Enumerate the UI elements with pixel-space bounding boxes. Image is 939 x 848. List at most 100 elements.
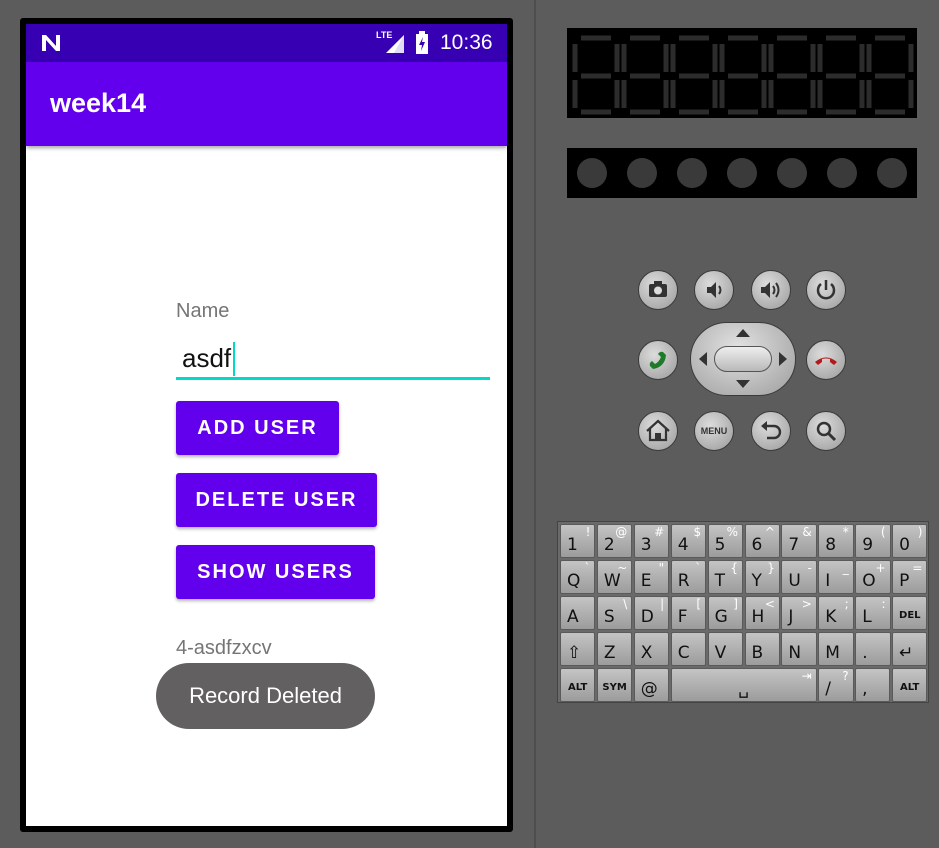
power-button[interactable] (806, 270, 846, 310)
toast-message: Record Deleted (156, 663, 375, 729)
keyboard-key-alt-label: \ (623, 597, 628, 611)
keyboard-key[interactable]: 5% (707, 524, 743, 558)
led-dot (727, 158, 757, 188)
keyboard-key[interactable]: P = (892, 560, 928, 594)
keyboard-key-label: F (677, 607, 688, 627)
keyboard-key[interactable]: Q ` (560, 560, 596, 594)
end-call-button[interactable] (806, 340, 846, 380)
keyboard-key-label: DEL (899, 610, 921, 621)
keyboard-key[interactable]: R ` (670, 560, 707, 594)
keyboard-key[interactable]: 1! (560, 524, 596, 558)
keyboard-key[interactable]: . (855, 632, 891, 666)
camera-icon (649, 281, 667, 297)
keyboard-key-label: @ (640, 679, 658, 699)
dpad-center-button[interactable] (714, 346, 772, 372)
dpad-down-icon[interactable] (736, 380, 750, 388)
keyboard-key-label: U (788, 571, 801, 591)
keyboard-key[interactable]: D | (633, 596, 670, 630)
keyboard-key-label: P (899, 571, 910, 591)
keyboard-key[interactable]: 9( (855, 524, 891, 558)
keyboard-key-label: 3 (640, 535, 652, 555)
keyboard-key[interactable]: V (707, 632, 743, 666)
keyboard-key[interactable]: M (818, 632, 854, 666)
keyboard-key[interactable]: SYM (596, 668, 633, 702)
led-dot (627, 158, 657, 188)
keyboard-key[interactable]: ␣ ⇥ (670, 668, 817, 702)
dpad-left-icon[interactable] (699, 352, 707, 366)
keyboard-key-alt-label: ( (880, 525, 886, 539)
keyboard-key[interactable]: K; (818, 596, 854, 630)
keyboard-key[interactable]: N (781, 632, 817, 666)
keyboard-key-label: 0 (899, 535, 910, 555)
end-call-icon (815, 357, 837, 365)
keyboard-key[interactable]: 0) (892, 524, 928, 558)
keyboard-key[interactable]: 4 $ (670, 524, 707, 558)
keyboard-key[interactable]: , (855, 668, 891, 702)
name-input[interactable] (176, 340, 490, 380)
call-button[interactable] (638, 340, 678, 380)
keyboard-key[interactable]: DEL (892, 596, 928, 630)
keyboard-key[interactable]: X (633, 632, 670, 666)
keyboard-key-label: 1 (567, 535, 578, 555)
led-dot (677, 158, 707, 188)
dpad-right-icon[interactable] (779, 352, 787, 366)
menu-button[interactable]: MENU (694, 411, 734, 451)
keyboard-key[interactable]: @ (633, 668, 670, 702)
keyboard-key[interactable]: B (744, 632, 780, 666)
keyboard-key[interactable]: S \ (596, 596, 633, 630)
keyboard-key[interactable]: J > (781, 596, 817, 630)
app-title: week14 (50, 88, 147, 118)
volume-down-icon (707, 282, 722, 298)
keyboard-key[interactable]: ALT (892, 668, 928, 702)
keyboard-key-alt-label: ] (733, 597, 738, 611)
keyboard-key[interactable]: I _ (818, 560, 854, 594)
keyboard-key-alt-label: ) (917, 525, 923, 539)
keyboard-key[interactable]: /? (818, 668, 854, 702)
keyboard-key[interactable]: A (560, 596, 596, 630)
keyboard-key[interactable]: Y} (744, 560, 780, 594)
keyboard-key-alt-label: & (802, 525, 812, 539)
volume-down-button[interactable] (694, 270, 734, 310)
keyboard-key[interactable]: U- (781, 560, 817, 594)
keyboard-key[interactable]: W ~ (596, 560, 633, 594)
keyboard-key[interactable]: 6 ^ (744, 524, 780, 558)
keyboard-key[interactable]: H < (744, 596, 780, 630)
dpad-up-icon[interactable] (736, 329, 750, 337)
keyboard-key[interactable]: ↵ (892, 632, 928, 666)
keyboard-key-label: 7 (788, 535, 800, 555)
volume-up-button[interactable] (751, 270, 791, 310)
keyboard-key[interactable]: ⇧ (560, 632, 596, 666)
back-button[interactable] (751, 411, 791, 451)
keyboard-key-alt-label: ; (844, 597, 849, 611)
keyboard-key[interactable]: 2 @ (596, 524, 633, 558)
search-button[interactable] (806, 411, 846, 451)
keyboard-key[interactable]: O + (855, 560, 891, 594)
keyboard-key-label: , (862, 679, 868, 699)
keyboard-key[interactable]: ALT (560, 668, 596, 702)
keyboard-key[interactable]: C (670, 632, 707, 666)
add-user-button[interactable]: ADD USER (176, 401, 339, 455)
camera-button[interactable] (638, 270, 678, 310)
keyboard-key[interactable]: Z (596, 632, 633, 666)
keyboard-key[interactable]: T{ (707, 560, 743, 594)
show-users-button[interactable]: SHOW USERS (176, 545, 375, 599)
status-bar: LTE 10:36 (26, 24, 507, 62)
home-button[interactable] (638, 411, 678, 451)
keyboard-key-label: C (677, 643, 690, 663)
keyboard-key[interactable]: G] (707, 596, 743, 630)
keyboard-key-label: M (825, 643, 840, 663)
keyboard-key[interactable]: E " (633, 560, 670, 594)
keyboard-key-alt-label: - (807, 561, 812, 575)
keyboard-key[interactable]: F[ (670, 596, 707, 630)
keyboard-key[interactable]: 7 & (781, 524, 817, 558)
battery-charging-icon (416, 31, 428, 54)
home-icon (646, 419, 670, 442)
back-icon (761, 421, 782, 440)
delete-user-button[interactable]: DELETE USER (176, 473, 377, 527)
keyboard-key[interactable]: L: (855, 596, 891, 630)
keyboard-key-label: L (862, 607, 872, 627)
keyboard-key[interactable]: 8 * (818, 524, 854, 558)
keyboard-key-label: 4 (677, 535, 689, 555)
keyboard-key-alt-label: ! (585, 525, 591, 539)
keyboard-key[interactable]: 3 # (633, 524, 670, 558)
